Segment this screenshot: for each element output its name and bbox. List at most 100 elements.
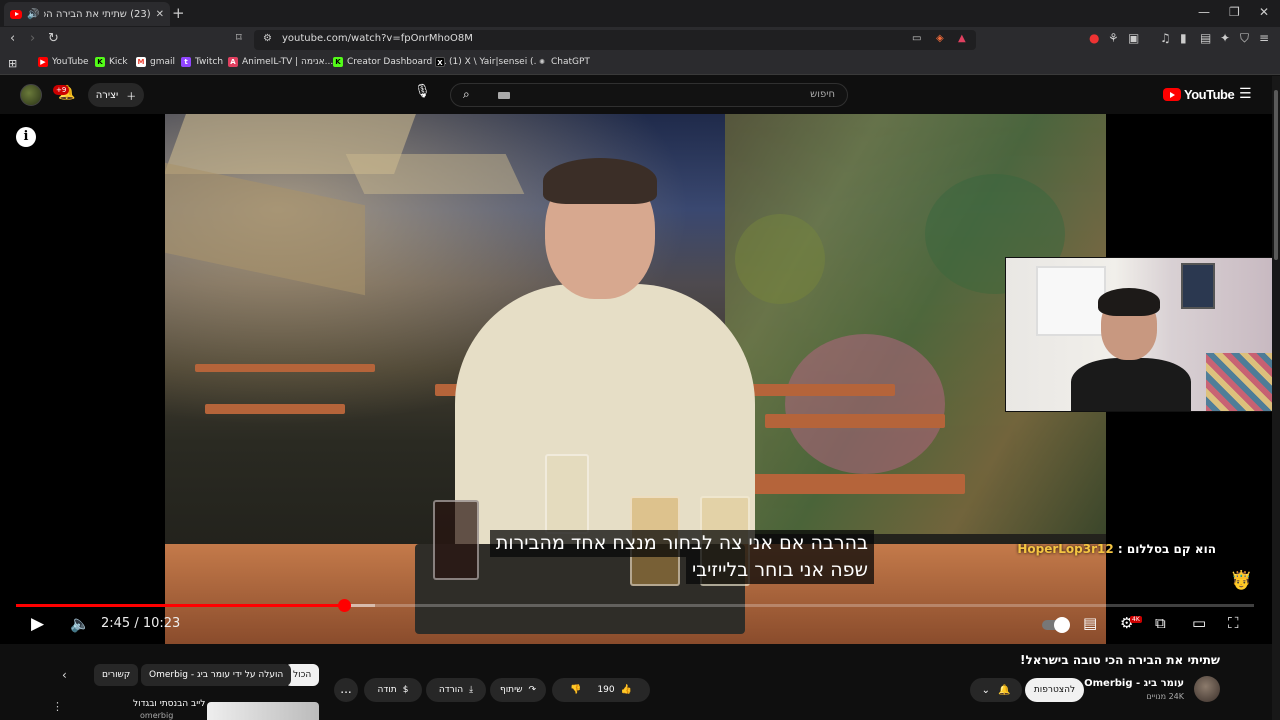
webcam-window bbox=[1036, 266, 1106, 336]
channel-name[interactable]: עומר ביג - Omerbig bbox=[1084, 678, 1184, 689]
leo-ai-icon[interactable]: ✦ bbox=[1220, 31, 1230, 45]
video-player[interactable]: i בהרבה אם אני צה לבחור מנצח אחד מהבירות… bbox=[0, 114, 1280, 644]
play-icon[interactable]: ▶ bbox=[31, 614, 44, 634]
extensions-icon[interactable]: ⚘ bbox=[1108, 31, 1119, 45]
chip-related[interactable]: קשורים bbox=[94, 664, 139, 686]
progress-bar[interactable] bbox=[16, 599, 1254, 612]
download-button[interactable]: הורדה ⤓ bbox=[426, 678, 486, 702]
more-actions-button[interactable]: ... bbox=[334, 678, 358, 702]
quality-badge: 4K bbox=[1130, 616, 1142, 623]
time-display: 2:45 / 10:23 bbox=[101, 616, 181, 631]
share-label: שיתוף bbox=[499, 685, 523, 695]
close-window-icon[interactable]: ✕ bbox=[1259, 5, 1269, 19]
address-toolbar: ‹ › ↻ ⌑ ⚙ youtube.com/watch?v=fpOnrMhoO8… bbox=[0, 27, 1280, 53]
progress-played bbox=[16, 604, 345, 607]
youtube-favicon-icon bbox=[10, 9, 22, 19]
theater-mode-icon[interactable]: ▭ bbox=[1192, 614, 1206, 632]
page-scrollbar-thumb[interactable] bbox=[1274, 90, 1278, 260]
browser-tab-bar: 🔊 (23) שתיתי את הבירה הכי טוב ✕ + — ❐ ✕ bbox=[0, 0, 1280, 27]
browser-tab[interactable]: 🔊 (23) שתיתי את הבירה הכי טוב ✕ bbox=[4, 2, 170, 26]
sidebar-icon[interactable]: ▮ bbox=[1180, 31, 1187, 45]
bench bbox=[205, 404, 345, 414]
bookmark-icon[interactable]: ⌑ bbox=[236, 31, 242, 44]
join-button[interactable]: להצטרפות bbox=[1025, 678, 1084, 702]
youtube-logo-icon bbox=[1163, 88, 1181, 101]
x-icon: X bbox=[435, 57, 445, 67]
miniplayer-icon[interactable]: ⧉ bbox=[1155, 614, 1166, 632]
media-icon[interactable]: ♫ bbox=[1160, 31, 1171, 45]
bookmark-gmail[interactable]: M gmail bbox=[136, 57, 175, 67]
channel-avatar[interactable] bbox=[1194, 676, 1220, 702]
gmail-icon: M bbox=[136, 57, 146, 67]
apps-grid-icon[interactable]: ⊞ bbox=[8, 57, 17, 70]
reload-icon[interactable]: ↻ bbox=[48, 31, 59, 46]
extension-red-icon[interactable]: ● bbox=[1089, 31, 1099, 45]
watch-metadata: שתיתי את הבירה הכי טובה בישראל! עומר ביג… bbox=[0, 644, 1280, 720]
bookmark-twitch[interactable]: t Twitch bbox=[181, 57, 223, 67]
like-icon[interactable]: 👍 bbox=[621, 685, 632, 695]
bookmark-animeil[interactable]: A AnimeIL-TV | אנימה... bbox=[228, 57, 333, 67]
account-avatar[interactable] bbox=[20, 84, 42, 106]
voice-search-icon[interactable]: 🎙 bbox=[414, 84, 431, 99]
vpn-icon[interactable]: ⛉ bbox=[1240, 31, 1249, 46]
cast-icon[interactable]: ▭ bbox=[912, 33, 921, 44]
brave-shield-icon[interactable]: ◈ bbox=[936, 33, 944, 44]
brave-rewards-icon[interactable]: ▲ bbox=[958, 33, 966, 44]
dislike-icon[interactable]: 👎 bbox=[570, 685, 581, 695]
subtitle-line: בהרבה אם אני צה לבחור מנצח אחד מהבירות bbox=[489, 530, 874, 557]
like-dislike-group: 👎 190 👍 bbox=[552, 678, 650, 702]
chip-uploaded-by[interactable]: הועלה על ידי עומר ביג - Omerbig bbox=[141, 664, 292, 686]
youtube-logo[interactable]: YouTube bbox=[1163, 87, 1235, 102]
captions-icon[interactable]: ▤ bbox=[1083, 614, 1097, 632]
presenter-hair bbox=[543, 158, 657, 204]
autoplay-toggle[interactable] bbox=[1042, 617, 1070, 633]
bench bbox=[195, 364, 375, 372]
search-icon[interactable]: ⌕ bbox=[463, 87, 470, 102]
related-video-thumbnail[interactable] bbox=[207, 702, 319, 720]
progress-scrubber-handle[interactable] bbox=[338, 599, 352, 612]
thanks-button[interactable]: תודה $ bbox=[364, 678, 422, 702]
fullscreen-icon[interactable]: ⛶ bbox=[1228, 614, 1239, 632]
bookmark-label: ChatGPT bbox=[551, 57, 590, 67]
info-icon[interactable]: i bbox=[16, 127, 36, 147]
share-button[interactable]: שיתוף ↷ bbox=[490, 678, 546, 702]
search-box[interactable]: ⌕ חיפוש bbox=[450, 83, 848, 107]
site-info-icon[interactable]: ⚙ bbox=[263, 33, 272, 44]
download-label: הורדה bbox=[438, 685, 464, 695]
chevron-down-icon: ⌄ bbox=[981, 684, 990, 696]
back-icon[interactable]: ‹ bbox=[10, 31, 15, 46]
screenshot-icon[interactable]: ▣ bbox=[1128, 31, 1139, 45]
chevron-left-icon[interactable]: ‹ bbox=[62, 668, 67, 682]
create-button[interactable]: יצירה ＋ bbox=[88, 83, 144, 107]
related-video-title[interactable]: לייב הבנסתי ובגדול bbox=[133, 699, 205, 709]
wallet-icon[interactable]: ▤ bbox=[1200, 31, 1211, 45]
bookmark-kick[interactable]: K Kick bbox=[95, 57, 128, 67]
subscriber-count: 24K מנויים bbox=[1146, 692, 1184, 701]
search-placeholder: חיפוש bbox=[810, 89, 835, 100]
bookmark-youtube[interactable]: ▶ YouTube bbox=[38, 57, 89, 67]
bookmark-x[interactable]: X (1) X \ Yair|sensei (... bbox=[435, 57, 542, 67]
minimize-icon[interactable]: — bbox=[1198, 5, 1210, 19]
kebab-menu-icon[interactable]: ⋮ bbox=[52, 700, 63, 713]
bookmark-chatgpt[interactable]: ✺ ChatGPT bbox=[537, 57, 590, 67]
chat-message-text: הוא קם בסללום bbox=[1126, 542, 1216, 556]
browser-menu-icon[interactable]: ≡ bbox=[1259, 31, 1269, 45]
like-count: 190 bbox=[597, 685, 615, 695]
subscription-bell-button[interactable]: ⌄ 🔔 bbox=[970, 678, 1022, 702]
new-tab-button[interactable]: + bbox=[172, 4, 185, 22]
maximize-icon[interactable]: ❐ bbox=[1229, 5, 1240, 19]
close-tab-icon[interactable]: ✕ bbox=[156, 9, 164, 20]
speaker-icon[interactable]: 🔊 bbox=[27, 9, 39, 20]
guide-menu-icon[interactable]: ☰ bbox=[1239, 86, 1252, 102]
forward-icon[interactable]: › bbox=[30, 31, 35, 46]
bench bbox=[745, 384, 895, 396]
plus-icon: ＋ bbox=[126, 91, 137, 103]
webcam-blanket bbox=[1206, 353, 1279, 411]
bookmark-label: YouTube bbox=[52, 57, 89, 67]
bookmark-creator-dashboard[interactable]: K Creator Dashboard |... bbox=[333, 57, 447, 67]
url-bar[interactable]: ⚙ youtube.com/watch?v=fpOnrMhoO8M ▭ ◈ ▲ bbox=[254, 30, 976, 50]
subtitles: בהרבה אם אני צה לבחור מנצח אחד מהבירות ש… bbox=[454, 530, 874, 584]
volume-icon[interactable]: 🔈 bbox=[70, 614, 90, 633]
twitch-icon: t bbox=[181, 57, 191, 67]
keyboard-icon[interactable] bbox=[498, 92, 510, 99]
